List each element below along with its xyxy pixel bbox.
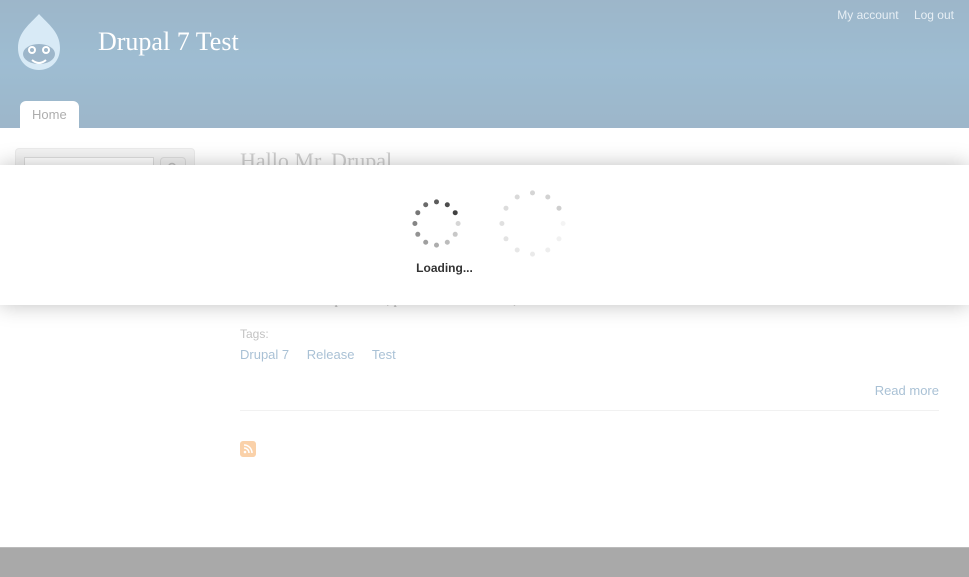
spinner-icon xyxy=(409,195,465,251)
spinner-icon xyxy=(505,195,561,251)
loading-text: Loading... xyxy=(416,261,473,275)
loading-modal: Loading... xyxy=(0,165,969,305)
